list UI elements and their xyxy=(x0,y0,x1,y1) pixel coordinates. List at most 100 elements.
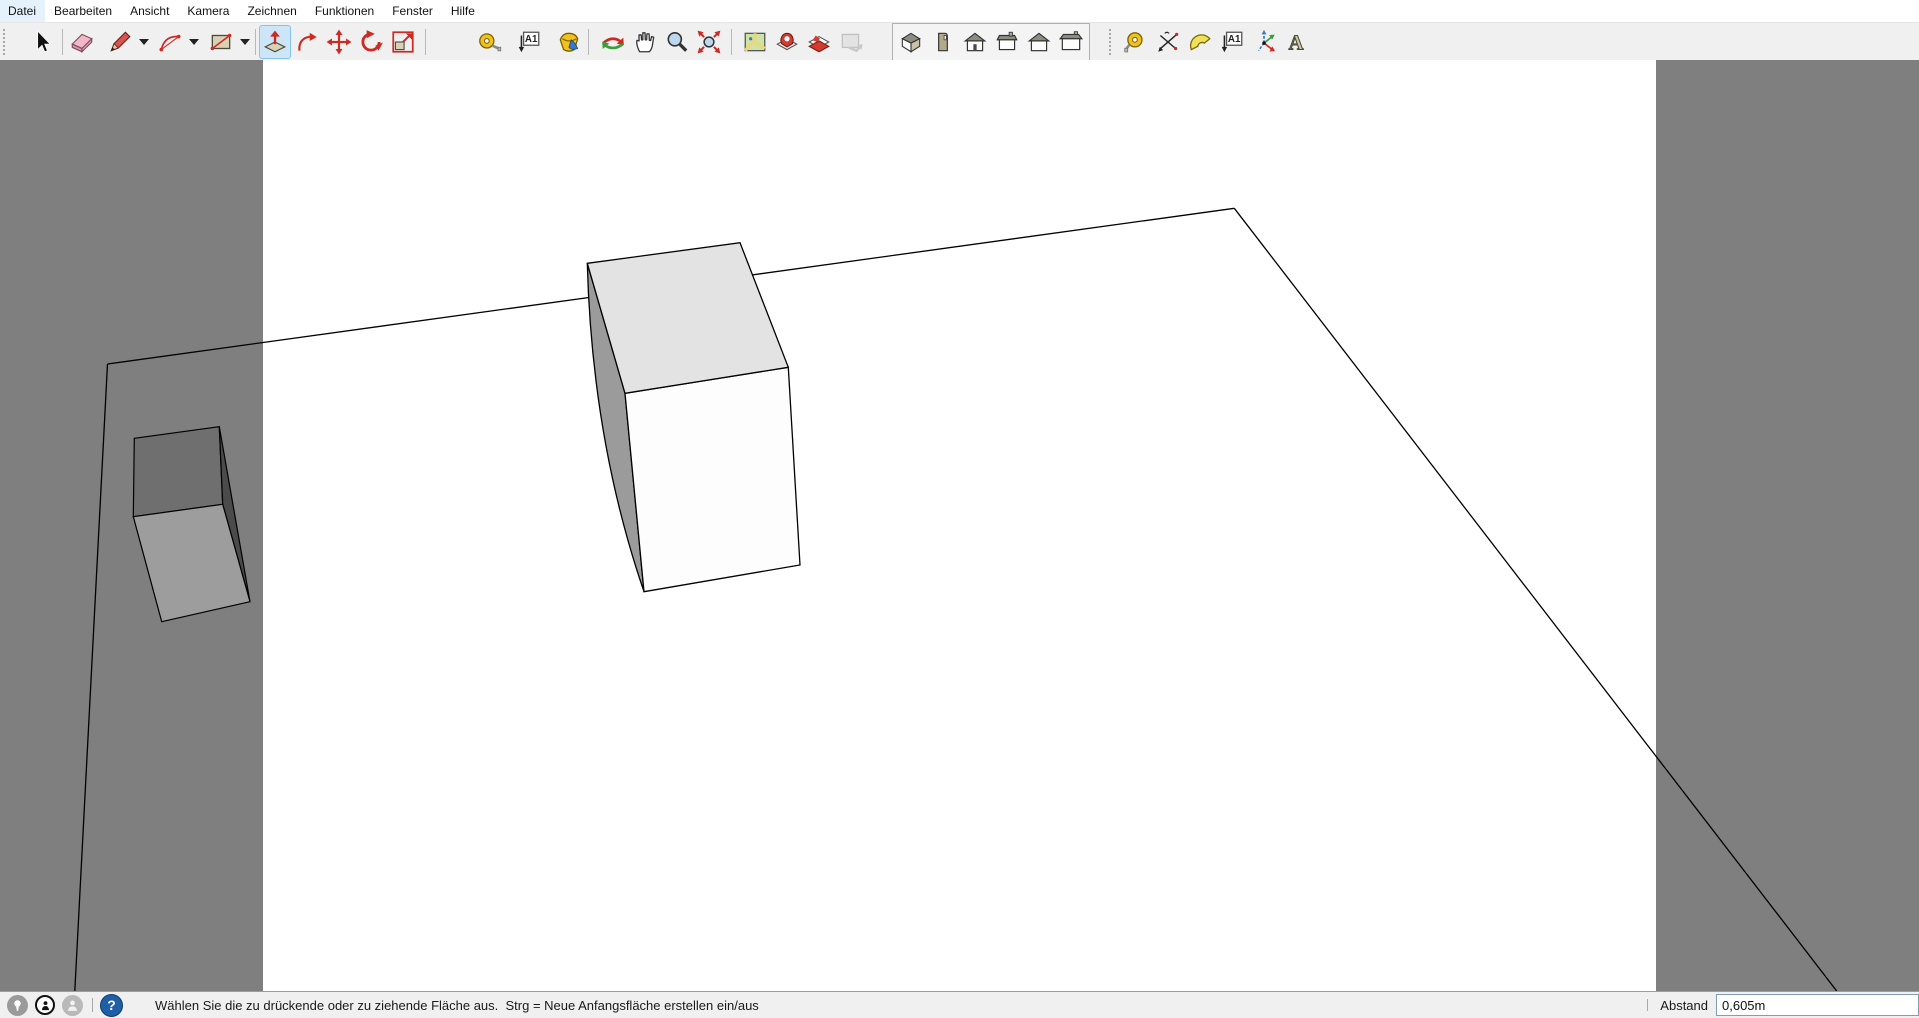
pencil-icon xyxy=(107,29,133,55)
view-top-button[interactable] xyxy=(991,25,1023,59)
svg-text:A1: A1 xyxy=(525,34,538,45)
geolocation-status-button[interactable] xyxy=(7,995,28,1016)
measurement-input[interactable] xyxy=(1716,994,1919,1016)
status-bar: ? Wählen Sie die zu drückende oder zu zi… xyxy=(0,991,1919,1018)
location-pin-icon xyxy=(11,999,24,1012)
menu-kamera[interactable]: Kamera xyxy=(178,0,238,22)
dimension-tool-button[interactable] xyxy=(1152,25,1184,59)
top-view-house-icon xyxy=(994,29,1020,55)
toolbar-separator xyxy=(588,29,589,55)
tape-measure-tool-button[interactable] xyxy=(473,25,505,59)
model-viewport[interactable] xyxy=(0,60,1919,991)
menu-ansicht[interactable]: Ansicht xyxy=(121,0,178,22)
line-tool-button[interactable] xyxy=(104,25,136,59)
3d-text-tool-button[interactable]: A xyxy=(1280,25,1312,59)
orbit-icon xyxy=(600,29,626,55)
roof-view-house-icon xyxy=(1058,29,1084,55)
match-photo-button[interactable] xyxy=(835,25,867,59)
push-pull-tool-button[interactable] xyxy=(259,25,291,59)
view-back-button[interactable] xyxy=(1023,25,1055,59)
help-button[interactable]: ? xyxy=(100,994,123,1017)
view-left-button[interactable] xyxy=(927,25,959,59)
back-view-house-icon xyxy=(1026,29,1052,55)
text-icon: A1 xyxy=(1219,29,1245,55)
zoom-extents-icon xyxy=(696,29,722,55)
claim-credit-button[interactable] xyxy=(35,995,55,1015)
arc-tool-dropdown[interactable] xyxy=(186,26,201,58)
menu-fenster[interactable]: Fenster xyxy=(383,0,442,22)
sign-in-button[interactable] xyxy=(62,995,83,1016)
front-view-house-icon xyxy=(962,29,988,55)
match-photo-icon xyxy=(838,29,864,55)
axes-tool-button[interactable] xyxy=(1248,25,1280,59)
arc-tool-button[interactable] xyxy=(154,25,186,59)
view-iso-button[interactable] xyxy=(895,25,927,59)
chevron-down-icon xyxy=(240,39,250,45)
small-box-top-face[interactable] xyxy=(133,427,222,517)
toolbar-gripper[interactable] xyxy=(1108,29,1112,55)
eraser-icon xyxy=(69,29,95,55)
view-right-button[interactable] xyxy=(1055,25,1087,59)
add-location-button[interactable] xyxy=(771,25,803,59)
geo-location-button[interactable] xyxy=(739,25,771,59)
toolbar-gripper[interactable] xyxy=(2,29,6,55)
rectangle-icon xyxy=(208,29,234,55)
rectangle-tool-button[interactable] xyxy=(205,25,237,59)
measurement-label: Abstand xyxy=(1660,998,1708,1013)
dimension-icon xyxy=(1155,29,1181,55)
protractor-tool-button[interactable] xyxy=(1184,25,1216,59)
menu-datei[interactable]: Datei xyxy=(0,0,45,22)
select-tool-button[interactable] xyxy=(26,25,58,59)
move-tool-button[interactable] xyxy=(323,25,355,59)
big-box-front-face[interactable] xyxy=(625,367,800,591)
toolbar-separator xyxy=(255,29,256,55)
person-outline-icon xyxy=(40,1000,51,1011)
toolbar-separator xyxy=(62,29,63,55)
follow-me-icon xyxy=(294,29,320,55)
toggle-terrain-button[interactable] xyxy=(803,25,835,59)
tape-measure-2-button[interactable] xyxy=(1120,25,1152,59)
viewport-background xyxy=(0,60,1919,991)
svg-text:A: A xyxy=(1289,33,1304,55)
toolbar-separator xyxy=(731,29,732,55)
menu-funktionen[interactable]: Funktionen xyxy=(306,0,383,22)
scale-tool-button[interactable] xyxy=(387,25,419,59)
scale-icon xyxy=(390,29,416,55)
rotate-tool-button[interactable] xyxy=(355,25,387,59)
rectangle-tool-dropdown[interactable] xyxy=(237,26,252,58)
measurement-area: Abstand xyxy=(1647,992,1919,1018)
view-front-button[interactable] xyxy=(959,25,991,59)
eraser-tool-button[interactable] xyxy=(66,25,98,59)
model-scene xyxy=(0,60,1919,991)
statusbar-separator xyxy=(92,998,93,1012)
tape-measure-icon xyxy=(1123,29,1149,55)
statusbar-separator xyxy=(1647,999,1648,1011)
arc-icon xyxy=(157,29,183,55)
pan-tool-button[interactable] xyxy=(629,25,661,59)
side-view-house-icon xyxy=(930,29,956,55)
toggle-terrain-icon xyxy=(806,29,832,55)
rotate-icon xyxy=(358,29,384,55)
status-hint-text: Wählen Sie die zu drückende oder zu zieh… xyxy=(155,998,759,1013)
menu-zeichnen[interactable]: Zeichnen xyxy=(238,0,305,22)
tape-measure-icon xyxy=(476,29,502,55)
text-tool-button[interactable]: A1 xyxy=(513,25,545,59)
views-toolbar xyxy=(892,23,1090,61)
clip-band-right xyxy=(1656,60,1919,991)
menu-hilfe[interactable]: Hilfe xyxy=(442,0,484,22)
text-2-tool-button[interactable]: A1 xyxy=(1216,25,1248,59)
menu-bearbeiten[interactable]: Bearbeiten xyxy=(45,0,121,22)
zoom-icon xyxy=(664,29,690,55)
zoom-extents-tool-button[interactable] xyxy=(693,25,725,59)
3d-text-icon: A xyxy=(1283,29,1309,55)
paint-bucket-tool-button[interactable] xyxy=(553,25,585,59)
follow-me-tool-button[interactable] xyxy=(291,25,323,59)
svg-text:A1: A1 xyxy=(1228,34,1241,45)
zoom-tool-button[interactable] xyxy=(661,25,693,59)
add-location-icon xyxy=(774,29,800,55)
toolbar: A1 xyxy=(0,22,1919,62)
orbit-tool-button[interactable] xyxy=(597,25,629,59)
toolbar-separator xyxy=(425,29,426,55)
line-tool-dropdown[interactable] xyxy=(136,26,151,58)
select-arrow-icon xyxy=(29,29,55,55)
